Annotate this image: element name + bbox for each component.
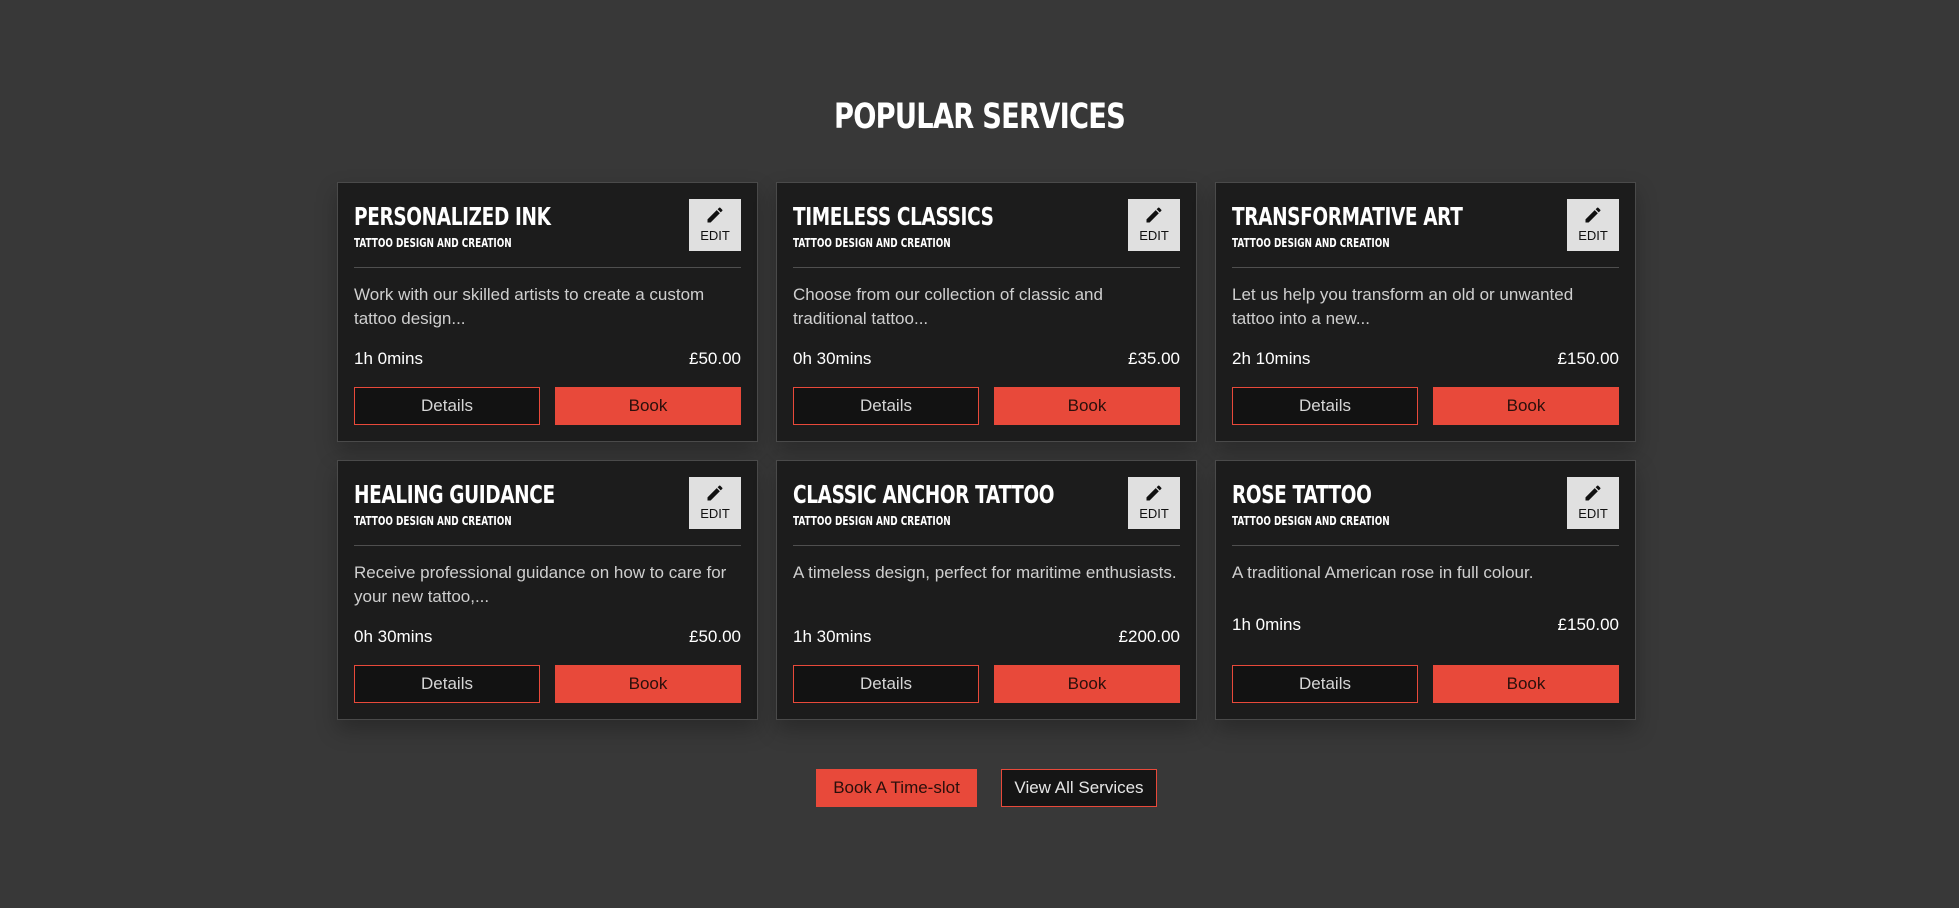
edit-button[interactable]: EDIT bbox=[689, 199, 741, 251]
details-button[interactable]: Details bbox=[793, 665, 979, 703]
details-button[interactable]: Details bbox=[354, 665, 540, 703]
service-description: A traditional American rose in full colo… bbox=[1232, 563, 1534, 582]
edit-label: EDIT bbox=[700, 228, 730, 243]
details-button[interactable]: Details bbox=[793, 387, 979, 425]
edit-label: EDIT bbox=[700, 506, 730, 521]
edit-button[interactable]: EDIT bbox=[1567, 199, 1619, 251]
service-card: TRANSFORMATIVE ART TATTOO DESIGN AND CRE… bbox=[1215, 182, 1636, 442]
view-all-services-button[interactable]: View All Services bbox=[1001, 769, 1157, 807]
service-card: PERSONALIZED INK TATTOO DESIGN AND CREAT… bbox=[337, 182, 758, 442]
pencil-icon bbox=[1585, 207, 1601, 223]
pencil-icon bbox=[1146, 207, 1162, 223]
details-button[interactable]: Details bbox=[1232, 387, 1418, 425]
edit-label: EDIT bbox=[1139, 506, 1169, 521]
book-button[interactable]: Book bbox=[1433, 665, 1619, 703]
pencil-icon bbox=[1585, 485, 1601, 501]
service-description: Let us help you transform an old or unwa… bbox=[1232, 285, 1574, 328]
book-button[interactable]: Book bbox=[1433, 387, 1619, 425]
service-subtitle: TATTOO DESIGN AND CREATION bbox=[1232, 514, 1390, 528]
service-duration: 0h 30mins bbox=[354, 627, 433, 646]
edit-label: EDIT bbox=[1578, 228, 1608, 243]
edit-label: EDIT bbox=[1139, 228, 1169, 243]
service-description: A timeless design, perfect for maritime … bbox=[793, 563, 1177, 582]
services-grid: PERSONALIZED INK TATTOO DESIGN AND CREAT… bbox=[337, 182, 1636, 720]
book-button[interactable]: Book bbox=[994, 387, 1180, 425]
edit-button[interactable]: EDIT bbox=[1567, 477, 1619, 529]
pencil-icon bbox=[707, 485, 723, 501]
card-divider bbox=[793, 267, 1180, 268]
book-button[interactable]: Book bbox=[555, 665, 741, 703]
edit-button[interactable]: EDIT bbox=[1128, 199, 1180, 251]
service-title: TIMELESS CLASSICS bbox=[793, 202, 994, 231]
service-card: CLASSIC ANCHOR TATTOO TATTOO DESIGN AND … bbox=[776, 460, 1197, 720]
details-button[interactable]: Details bbox=[354, 387, 540, 425]
service-card: TIMELESS CLASSICS TATTOO DESIGN AND CREA… bbox=[776, 182, 1197, 442]
edit-label: EDIT bbox=[1578, 506, 1608, 521]
service-price: £150.00 bbox=[1557, 615, 1619, 634]
service-price: £35.00 bbox=[1128, 349, 1180, 368]
service-duration: 1h 0mins bbox=[1232, 615, 1301, 634]
service-card: ROSE TATTOO TATTOO DESIGN AND CREATION E… bbox=[1215, 460, 1636, 720]
service-subtitle: TATTOO DESIGN AND CREATION bbox=[793, 514, 951, 528]
card-divider bbox=[354, 267, 741, 268]
service-card: HEALING GUIDANCE TATTOO DESIGN AND CREAT… bbox=[337, 460, 758, 720]
book-button[interactable]: Book bbox=[994, 665, 1180, 703]
service-title: ROSE TATTOO bbox=[1232, 480, 1372, 509]
service-duration: 1h 30mins bbox=[793, 627, 872, 646]
service-price: £150.00 bbox=[1557, 349, 1619, 368]
service-subtitle: TATTOO DESIGN AND CREATION bbox=[793, 236, 951, 250]
service-subtitle: TATTOO DESIGN AND CREATION bbox=[354, 236, 512, 250]
service-title: HEALING GUIDANCE bbox=[354, 480, 555, 509]
card-divider bbox=[1232, 267, 1619, 268]
card-divider bbox=[354, 545, 741, 546]
service-duration: 0h 30mins bbox=[793, 349, 872, 368]
service-description: Receive professional guidance on how to … bbox=[354, 563, 727, 606]
details-button[interactable]: Details bbox=[1232, 665, 1418, 703]
service-duration: 2h 10mins bbox=[1232, 349, 1311, 368]
service-price: £50.00 bbox=[689, 349, 741, 368]
pencil-icon bbox=[707, 207, 723, 223]
pencil-icon bbox=[1146, 485, 1162, 501]
service-description: Choose from our collection of classic an… bbox=[793, 285, 1103, 328]
book-time-slot-button[interactable]: Book A Time-slot bbox=[816, 769, 977, 807]
book-button[interactable]: Book bbox=[555, 387, 741, 425]
edit-button[interactable]: EDIT bbox=[689, 477, 741, 529]
edit-button[interactable]: EDIT bbox=[1128, 477, 1180, 529]
service-subtitle: TATTOO DESIGN AND CREATION bbox=[354, 514, 512, 528]
service-price: £50.00 bbox=[689, 627, 741, 646]
service-description: Work with our skilled artists to create … bbox=[354, 285, 705, 328]
service-title: CLASSIC ANCHOR TATTOO bbox=[793, 480, 1055, 509]
card-divider bbox=[1232, 545, 1619, 546]
service-subtitle: TATTOO DESIGN AND CREATION bbox=[1232, 236, 1390, 250]
service-price: £200.00 bbox=[1118, 627, 1180, 646]
service-title: PERSONALIZED INK bbox=[354, 202, 551, 231]
service-duration: 1h 0mins bbox=[354, 349, 423, 368]
popular-services-page: POPULAR SERVICES PERSONALIZED INK TATTOO… bbox=[0, 0, 1959, 908]
service-title: TRANSFORMATIVE ART bbox=[1232, 202, 1463, 231]
card-divider bbox=[793, 545, 1180, 546]
section-title: POPULAR SERVICES bbox=[834, 97, 1126, 137]
